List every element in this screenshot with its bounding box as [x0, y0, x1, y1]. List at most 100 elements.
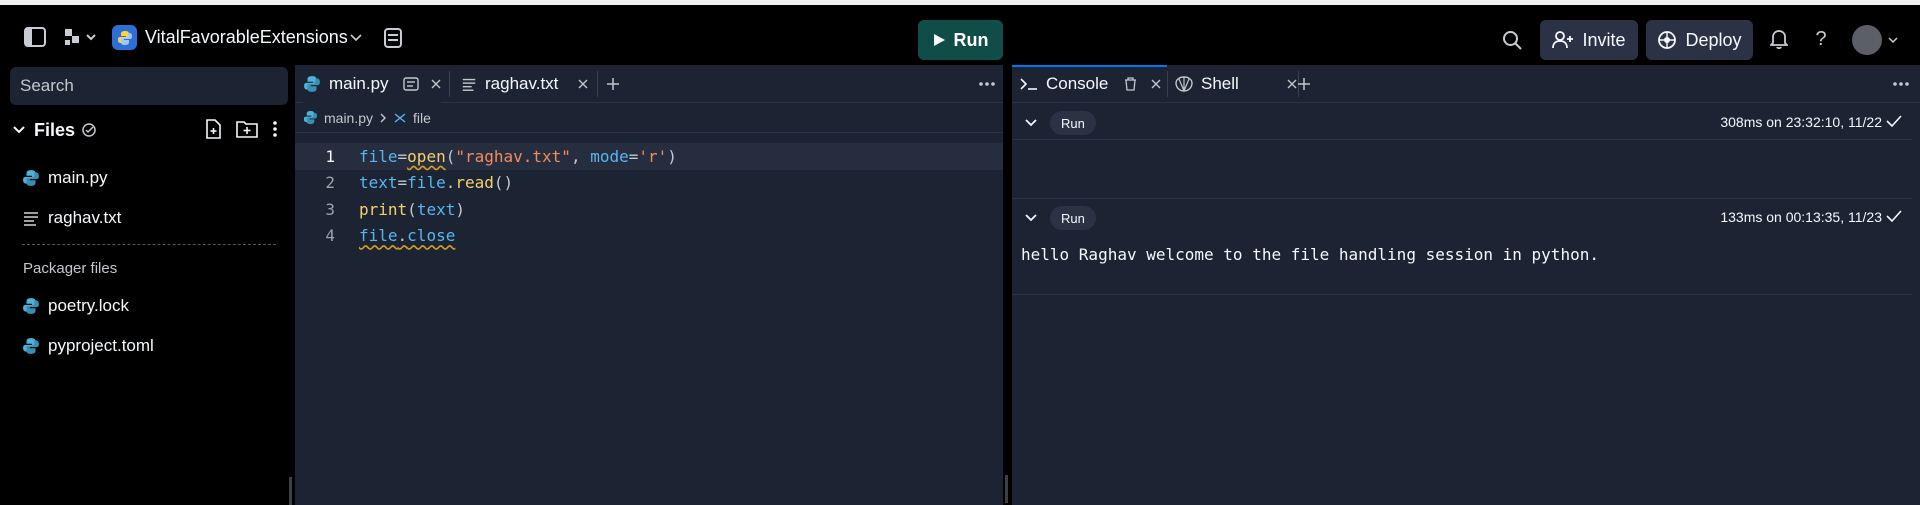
help-icon[interactable]: ?: [1810, 28, 1832, 50]
chevron-down-icon[interactable]: [349, 31, 363, 45]
run-badge: Run: [1050, 111, 1096, 135]
terminal-prompt-icon: [1020, 78, 1037, 90]
add-user-icon: [1552, 31, 1574, 49]
sidebar-toggle-icon[interactable]: [22, 24, 48, 50]
file-name: pyproject.toml: [48, 336, 154, 355]
text-file-icon: [24, 212, 38, 226]
packager-files-label: Packager files: [23, 260, 118, 277]
more-vertical-icon[interactable]: [272, 119, 278, 139]
search-input[interactable]: [10, 67, 288, 105]
console-pane: Console Shell Run 308ms on 23:32:10, 11/…: [1012, 65, 1920, 505]
close-icon[interactable]: [1287, 79, 1297, 89]
check-icon: [1886, 115, 1902, 127]
bell-icon[interactable]: [1768, 28, 1790, 50]
file-item-pyproject-toml[interactable]: pyproject.toml: [22, 331, 154, 361]
file-sidebar: Files main.py raghav.txt Packager files …: [0, 65, 292, 505]
top-header: VitalFavorableExtensions Run Invite Depl…: [0, 5, 1920, 65]
code-line-1[interactable]: 1 file=open("raghav.txt", mode='r'): [295, 143, 1003, 170]
invite-label: Invite: [1582, 29, 1626, 50]
chevron-down-icon[interactable]: [1024, 118, 1038, 128]
text-file-icon: [462, 78, 476, 91]
breadcrumb-file[interactable]: main.py: [324, 110, 373, 126]
file-name: main.py: [48, 168, 108, 187]
new-tab-button[interactable]: [606, 65, 620, 103]
file-item-raghav-txt[interactable]: raghav.txt: [22, 203, 121, 233]
code-editor[interactable]: 1 file=open("raghav.txt", mode='r') 2 te…: [295, 143, 1003, 249]
line-number: 2: [325, 173, 335, 193]
run-button[interactable]: Run: [918, 20, 1003, 60]
play-icon: [933, 34, 945, 46]
tab-label: Console: [1046, 74, 1109, 93]
tab-label: raghav.txt: [485, 74, 559, 93]
tab-separator: [1167, 71, 1168, 97]
tab-console[interactable]: Console: [1020, 65, 1161, 103]
line-number: 4: [325, 226, 335, 246]
new-folder-icon[interactable]: [236, 119, 258, 139]
history-icon[interactable]: [381, 26, 405, 50]
tab-label: main.py: [329, 74, 389, 93]
editor-pane: main.py raghav.txt main.py file 1 file=o…: [295, 65, 1003, 505]
editor-resize-handle[interactable]: [1005, 475, 1008, 503]
close-icon[interactable]: [431, 79, 441, 89]
plus-icon: [1298, 78, 1310, 90]
check-circle-icon: [82, 123, 96, 137]
files-section-header[interactable]: Files: [12, 117, 288, 143]
avatar[interactable]: [1852, 25, 1882, 55]
run-badge: Run: [1050, 206, 1096, 230]
code-line-3[interactable]: 3 print(text): [295, 196, 1003, 223]
file-name: raghav.txt: [48, 208, 122, 227]
search-icon[interactable]: [1501, 29, 1523, 51]
code-text: text=file.read(): [359, 173, 514, 193]
file-item-poetry-lock[interactable]: poetry.lock: [22, 291, 129, 321]
invite-button[interactable]: Invite: [1540, 20, 1638, 60]
close-icon[interactable]: [1151, 79, 1161, 89]
workspace-switcher-icon[interactable]: [62, 24, 100, 50]
tab-main-py[interactable]: main.py: [303, 65, 441, 103]
preview-icon[interactable]: [402, 77, 419, 91]
tab-separator: [449, 71, 450, 97]
console-tabbar: Console Shell: [1012, 65, 1920, 103]
tab-label: Shell: [1201, 74, 1239, 93]
breadcrumb: main.py file: [295, 103, 1003, 133]
code-line-4[interactable]: 4 file.close: [295, 223, 1003, 250]
code-line-2[interactable]: 2 text=file.read(): [295, 170, 1003, 197]
run-meta: 308ms on 23:32:10, 11/22: [1720, 114, 1882, 130]
chevron-down-icon[interactable]: [12, 125, 26, 135]
file-item-main-py[interactable]: main.py: [22, 163, 108, 193]
tab-separator: [597, 71, 598, 97]
sidebar-resize-handle[interactable]: [289, 477, 292, 505]
run-button-label: Run: [953, 29, 989, 50]
console-more-button[interactable]: [1892, 65, 1910, 103]
editor-more-button[interactable]: [978, 65, 996, 103]
deploy-button[interactable]: Deploy: [1646, 20, 1753, 60]
chevron-right-icon: [380, 113, 387, 122]
code-text: print(text): [359, 199, 465, 219]
run-entry-header[interactable]: Run 308ms on 23:32:10, 11/22: [1012, 107, 1912, 139]
code-text: file.close: [359, 226, 456, 246]
divider: [1012, 198, 1912, 199]
python-project-icon[interactable]: [112, 25, 137, 50]
project-name[interactable]: VitalFavorableExtensions: [145, 27, 348, 48]
run-output: hello Raghav welcome to the file handlin…: [1021, 245, 1599, 264]
more-horizontal-icon: [1893, 82, 1909, 86]
code-text: file=open("raghav.txt", mode='r'): [359, 146, 677, 166]
run-meta: 133ms on 00:13:35, 11/23: [1720, 209, 1882, 225]
tab-shell[interactable]: Shell: [1175, 65, 1297, 103]
file-name: poetry.lock: [48, 296, 129, 315]
python-icon: [23, 298, 39, 314]
new-file-icon[interactable]: [204, 119, 222, 139]
tab-raghav-txt[interactable]: raghav.txt: [461, 65, 588, 103]
variable-icon: [394, 112, 406, 123]
close-icon[interactable]: [578, 79, 588, 89]
new-tab-button[interactable]: [1297, 65, 1311, 103]
breadcrumb-symbol[interactable]: file: [413, 110, 431, 126]
python-icon: [303, 110, 318, 125]
deploy-label: Deploy: [1685, 29, 1742, 50]
line-number: 3: [325, 199, 335, 219]
chevron-down-icon[interactable]: [1887, 34, 1899, 46]
files-actions: [204, 119, 278, 139]
trash-icon[interactable]: [1124, 77, 1137, 91]
run-entry-header[interactable]: Run 133ms on 00:13:35, 11/23: [1012, 202, 1912, 234]
more-horizontal-icon: [979, 82, 995, 86]
chevron-down-icon[interactable]: [1024, 213, 1038, 223]
